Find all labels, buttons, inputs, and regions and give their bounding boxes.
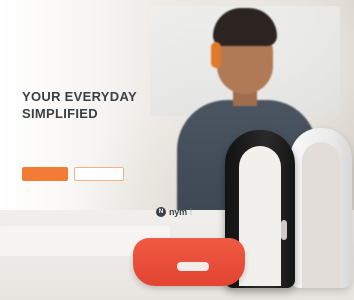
primary-cta-button[interactable] xyxy=(22,167,68,181)
hero-banner: YOUR EVERYDAY SIMPLIFIED N nym i xyxy=(0,0,354,300)
hero-title: YOUR EVERYDAY SIMPLIFIED xyxy=(22,88,202,122)
hero-title-line-2: SIMPLIFIED xyxy=(22,106,98,121)
brand-name-tail: i xyxy=(189,207,192,217)
brand-name: nym xyxy=(169,207,187,217)
black-wristband-clasp xyxy=(281,220,287,240)
person-hair xyxy=(213,8,277,46)
orange-wristband-clasp xyxy=(177,262,209,271)
white-wristband-inner xyxy=(302,142,340,288)
headphone-icon xyxy=(211,42,221,68)
hero-title-line-1: YOUR EVERYDAY xyxy=(22,89,137,104)
orange-wristband-image xyxy=(133,238,245,286)
secondary-cta-button[interactable] xyxy=(74,167,124,181)
black-wristband-inner xyxy=(239,146,281,286)
nymi-logo-icon: N xyxy=(156,207,166,217)
brand-logo: N nym i xyxy=(156,207,192,217)
white-wristband-image xyxy=(290,128,352,288)
